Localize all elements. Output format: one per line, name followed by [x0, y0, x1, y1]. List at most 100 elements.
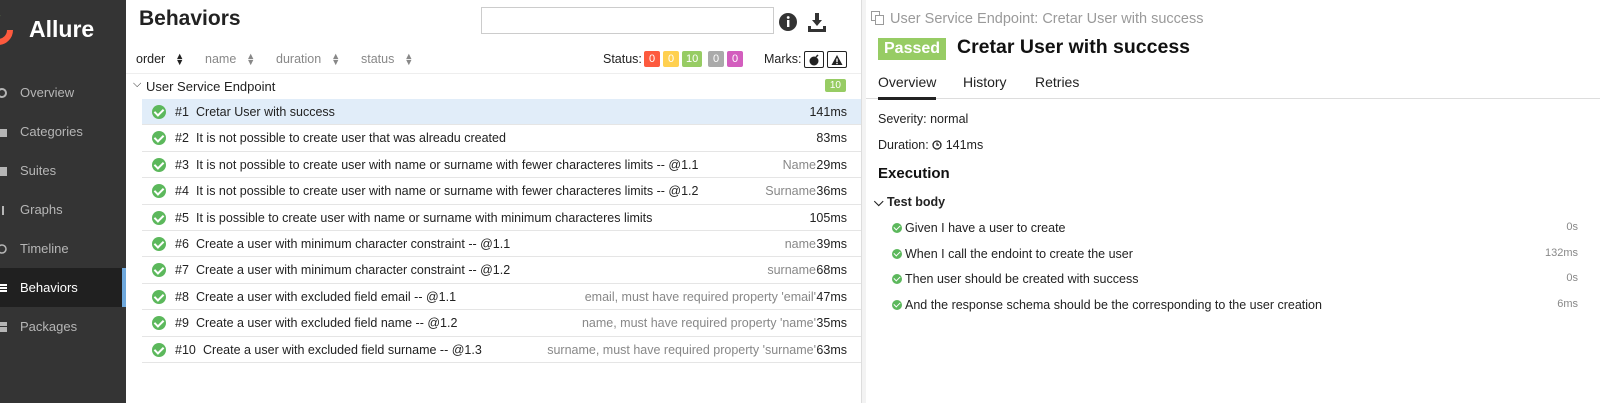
overview-icon: [0, 87, 8, 99]
sidebar-item-label: Suites: [20, 163, 57, 178]
test-row[interactable]: #4 It is not possible to create user wit…: [142, 178, 861, 205]
passed-check-icon: [892, 249, 902, 259]
detail-tabs: Overview History Retries: [866, 70, 1600, 100]
test-title: Cretar User with success: [957, 36, 1191, 58]
test-number: #9: [175, 316, 189, 331]
status-filter-label: Status:: [603, 52, 642, 66]
test-name: It is not possible to create user with n…: [196, 157, 699, 172]
status-failed-badge[interactable]: 0: [644, 51, 660, 67]
breadcrumb-text: User Service Endpoint: Cretar User with …: [890, 11, 1204, 27]
step-duration: 132ms: [1544, 247, 1578, 259]
execution-heading: Execution: [878, 165, 950, 182]
test-name: Create a user with excluded field surnam…: [203, 342, 482, 357]
tab-retries[interactable]: Retries: [1035, 74, 1079, 97]
status-unknown-badge[interactable]: 0: [727, 51, 743, 67]
status-broken-badge[interactable]: 0: [663, 51, 679, 67]
test-step[interactable]: When I call the endoint to create the us…: [892, 246, 1596, 266]
sidebar: Allure Overview Categories Suites Graphs…: [0, 0, 126, 403]
test-row[interactable]: #2 It is not possible to create user tha…: [142, 125, 861, 152]
status-passed-badge[interactable]: 10: [682, 51, 703, 67]
sort-by-name[interactable]: name ▲ ▼: [205, 51, 256, 67]
passed-check-icon: [892, 223, 902, 233]
status-skipped-badge[interactable]: 0: [708, 51, 724, 67]
passed-check-icon: [152, 263, 166, 278]
sort-label: name: [205, 52, 237, 66]
timeline-icon: [0, 243, 8, 255]
brand[interactable]: Allure: [0, 10, 126, 50]
test-step[interactable]: And the response schema should be the co…: [892, 297, 1596, 317]
test-name: Create a user with minimum character con…: [196, 263, 511, 278]
chevron-down-icon: ⌵: [133, 78, 142, 90]
test-row[interactable]: #3 It is not possible to create user wit…: [142, 152, 861, 179]
sidebar-item-label: Timeline: [20, 241, 69, 256]
duration-label: Duration:: [878, 138, 929, 152]
step-duration: 6ms: [1557, 298, 1578, 310]
search-input[interactable]: [481, 7, 774, 34]
sidebar-item-packages[interactable]: Packages: [0, 307, 126, 346]
download-icon[interactable]: [806, 11, 828, 33]
sidebar-item-label: Packages: [20, 319, 78, 334]
step-duration: 0s: [1566, 272, 1578, 284]
passed-check-icon: [892, 274, 902, 284]
page-title: Behaviors: [139, 7, 241, 30]
test-row[interactable]: #7 Create a user with minimum character …: [142, 257, 861, 284]
tab-overview[interactable]: Overview: [878, 74, 937, 100]
sidebar-item-overview[interactable]: Overview: [0, 73, 126, 112]
test-name: Create a user with excluded field name -…: [196, 316, 458, 331]
test-row[interactable]: #8 Create a user with excluded field ema…: [142, 284, 861, 311]
test-parameter: surname: [767, 263, 816, 278]
test-duration: 105ms: [809, 210, 847, 225]
test-detail-pane: User Service Endpoint: Cretar User with …: [866, 0, 1600, 403]
test-number: #10: [175, 342, 196, 357]
step-label: Given I have a user to create: [905, 221, 1066, 235]
test-duration: 29ms: [816, 157, 847, 172]
brand-name: Allure: [29, 16, 95, 42]
group-header[interactable]: ⌵ User Service Endpoint 10: [126, 73, 861, 98]
test-row[interactable]: #5 It is possible to create user with na…: [142, 205, 861, 231]
test-number: #7: [175, 263, 189, 278]
sidebar-item-label: Behaviors: [20, 280, 78, 295]
sidebar-item-suites[interactable]: Suites: [0, 151, 126, 190]
test-number: #1: [175, 105, 189, 119]
info-icon[interactable]: [777, 11, 799, 33]
sort-bar: order ▲ ▼ name ▲ ▼ duration ▲ ▼ status ▲ ▼ S…: [126, 49, 861, 71]
copy-icon[interactable]: [871, 11, 884, 25]
test-parameter: surname, must have required property 'su…: [547, 342, 816, 357]
test-step[interactable]: Then user should be created with success…: [892, 271, 1596, 291]
sidebar-item-categories[interactable]: Categories: [0, 112, 126, 151]
test-row[interactable]: #1 Cretar User with success 141ms: [142, 99, 861, 126]
categories-icon: [0, 126, 8, 138]
behaviors-pane: Behaviors order ▲ ▼ name ▲ ▼ duration ▲ ▼: [126, 0, 861, 403]
test-name: Cretar User with success: [196, 105, 335, 119]
sort-by-status[interactable]: status ▲ ▼: [361, 52, 413, 67]
test-duration: 36ms: [816, 184, 847, 199]
passed-check-icon: [152, 157, 166, 172]
sidebar-item-label: Graphs: [20, 202, 63, 217]
test-number: #5: [175, 210, 189, 225]
test-duration: 47ms: [816, 289, 847, 304]
flaky-mark-icon[interactable]: [804, 51, 824, 68]
test-row[interactable]: #10 Create a user with excluded field su…: [142, 337, 861, 363]
passed-check-icon: [152, 184, 166, 199]
new-failed-mark-icon[interactable]: [827, 51, 847, 68]
test-body-toggle[interactable]: ⌵ Test body: [874, 195, 945, 210]
sort-by-duration[interactable]: duration ▲ ▼: [276, 52, 340, 67]
test-parameter: name, must have required property 'name': [581, 316, 816, 331]
test-row[interactable]: #6 Create a user with minimum character …: [142, 231, 861, 258]
sidebar-item-timeline[interactable]: Timeline: [0, 229, 126, 268]
step-label: When I call the endoint to create the us…: [905, 247, 1133, 261]
sort-by-order[interactable]: order ▲ ▼: [136, 52, 184, 67]
test-name: Create a user with minimum character con…: [196, 236, 511, 251]
sidebar-item-behaviors[interactable]: Behaviors: [0, 268, 126, 307]
test-duration: 35ms: [816, 316, 847, 331]
test-row[interactable]: #9 Create a user with excluded field nam…: [142, 310, 861, 337]
passed-check-icon: [152, 342, 166, 357]
test-number: #2: [175, 131, 189, 146]
sort-arrows-icon: ▲ ▼: [246, 51, 256, 67]
passed-check-icon: [152, 210, 166, 225]
test-step[interactable]: Given I have a user to create 0s: [892, 220, 1596, 240]
behavior-group: ⌵ User Service Endpoint 10 #1 Cretar Use…: [126, 73, 861, 363]
sidebar-item-graphs[interactable]: Graphs: [0, 190, 126, 229]
step-label: And the response schema should be the co…: [905, 298, 1322, 312]
tab-history[interactable]: History: [963, 74, 1007, 97]
